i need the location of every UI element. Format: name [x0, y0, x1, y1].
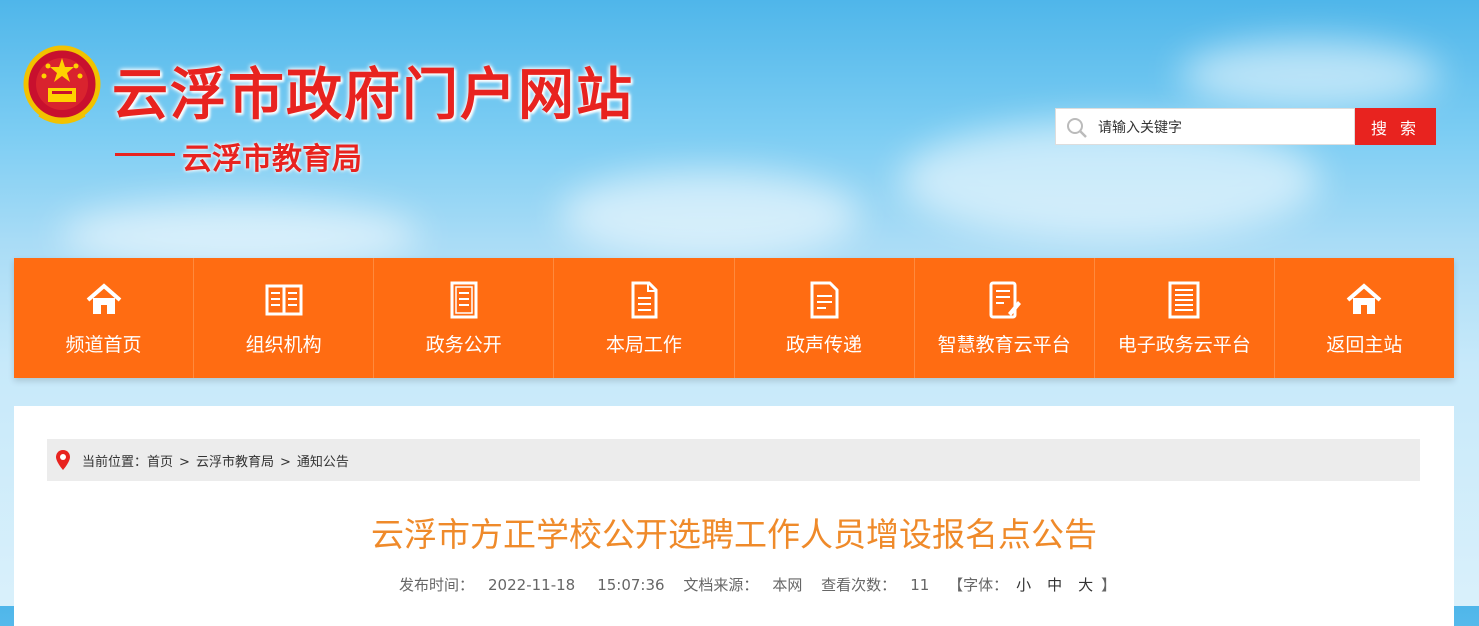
document-icon [450, 281, 478, 319]
list-document-icon [1168, 281, 1200, 319]
search-icon [1067, 118, 1087, 138]
nav-label: 本局工作 [605, 334, 682, 356]
subtitle-divider [115, 153, 175, 156]
breadcrumb: 当前位置：首页 > 云浮市教育局 > 通知公告 [47, 439, 1420, 481]
home-icon [1347, 283, 1382, 314]
font-size-close: 】 [1101, 576, 1117, 594]
search-box [1055, 108, 1355, 146]
article-title: 云浮市方正学校公开选聘工作人员增设报名点公告 [371, 515, 1097, 554]
breadcrumb-separator: > [179, 454, 190, 470]
nav-label: 政声传递 [786, 334, 863, 356]
breadcrumb-prefix: 当前位置： [82, 454, 148, 470]
font-size-medium-button[interactable]: 中 [1039, 576, 1070, 594]
font-size-large-button[interactable]: 大 [1070, 576, 1101, 594]
nav-label: 组织机构 [245, 334, 322, 356]
publish-date: 2022-11-18 [488, 576, 576, 594]
site-header: 云浮市政府门户网站 云浮市教育局 搜 索 [0, 0, 1479, 258]
location-pin-icon [56, 450, 70, 470]
book-icon [265, 284, 303, 316]
home-icon [86, 283, 121, 314]
nav-label: 智慧教育云平台 [937, 334, 1071, 356]
notes-icon [810, 281, 839, 319]
font-size-label: 【字体： [948, 576, 1009, 594]
national-emblem-icon [23, 45, 101, 124]
nav-item-bureau-work[interactable]: 本局工作 [554, 258, 735, 378]
breadcrumb-link-home[interactable]: 首页 [147, 455, 173, 470]
publish-time: 15:07:36 [597, 576, 665, 594]
nav-label: 政务公开 [425, 334, 502, 356]
search-button[interactable]: 搜 索 [1355, 108, 1436, 145]
article-meta: 发布时间： 2022-11-18 15:07:36 文档来源： 本网 查看次数： 11 … [399, 574, 1116, 595]
file-icon [631, 281, 658, 319]
site-title: 云浮市政府门户网站 [112, 62, 634, 128]
nav-item-smart-education[interactable]: 智慧教育云平台 [915, 258, 1095, 378]
edit-document-icon [989, 281, 1022, 319]
nav-item-gov-affairs[interactable]: 政务公开 [374, 258, 555, 378]
nav-item-return-main[interactable]: 返回主站 [1275, 258, 1454, 378]
publish-label: 发布时间： [399, 576, 475, 594]
views-count: 11 [910, 576, 930, 594]
views-label: 查看次数： [821, 576, 897, 594]
nav-label: 频道首页 [65, 334, 142, 356]
breadcrumb-link-notices[interactable]: 通知公告 [297, 455, 349, 470]
breadcrumb-separator: > [279, 454, 291, 470]
nav-item-e-gov-cloud[interactable]: 电子政务云平台 [1095, 258, 1275, 378]
breadcrumb-link-bureau[interactable]: 云浮市教育局 [196, 455, 274, 470]
nav-label: 电子政务云平台 [1117, 334, 1251, 356]
source-value: 本网 [772, 576, 803, 594]
nav-label: 返回主站 [1326, 334, 1403, 356]
nav-item-policy-voice[interactable]: 政声传递 [735, 258, 915, 378]
search-input[interactable] [1096, 109, 1350, 146]
nav-item-channel-home[interactable]: 频道首页 [14, 258, 195, 378]
main-nav: 频道首页 组织机构 政务公开 本局工作 政声传递 智慧教育云平台 电子政务云平台… [14, 258, 1454, 378]
source-label: 文档来源： [683, 576, 759, 594]
font-size-small-button[interactable]: 小 [1008, 576, 1039, 594]
site-subtitle: 云浮市教育局 [182, 142, 362, 177]
nav-item-organization[interactable]: 组织机构 [194, 258, 375, 378]
content-panel: 当前位置：首页 > 云浮市教育局 > 通知公告 云浮市方正学校公开选聘工作人员增设报名点… [14, 406, 1454, 626]
